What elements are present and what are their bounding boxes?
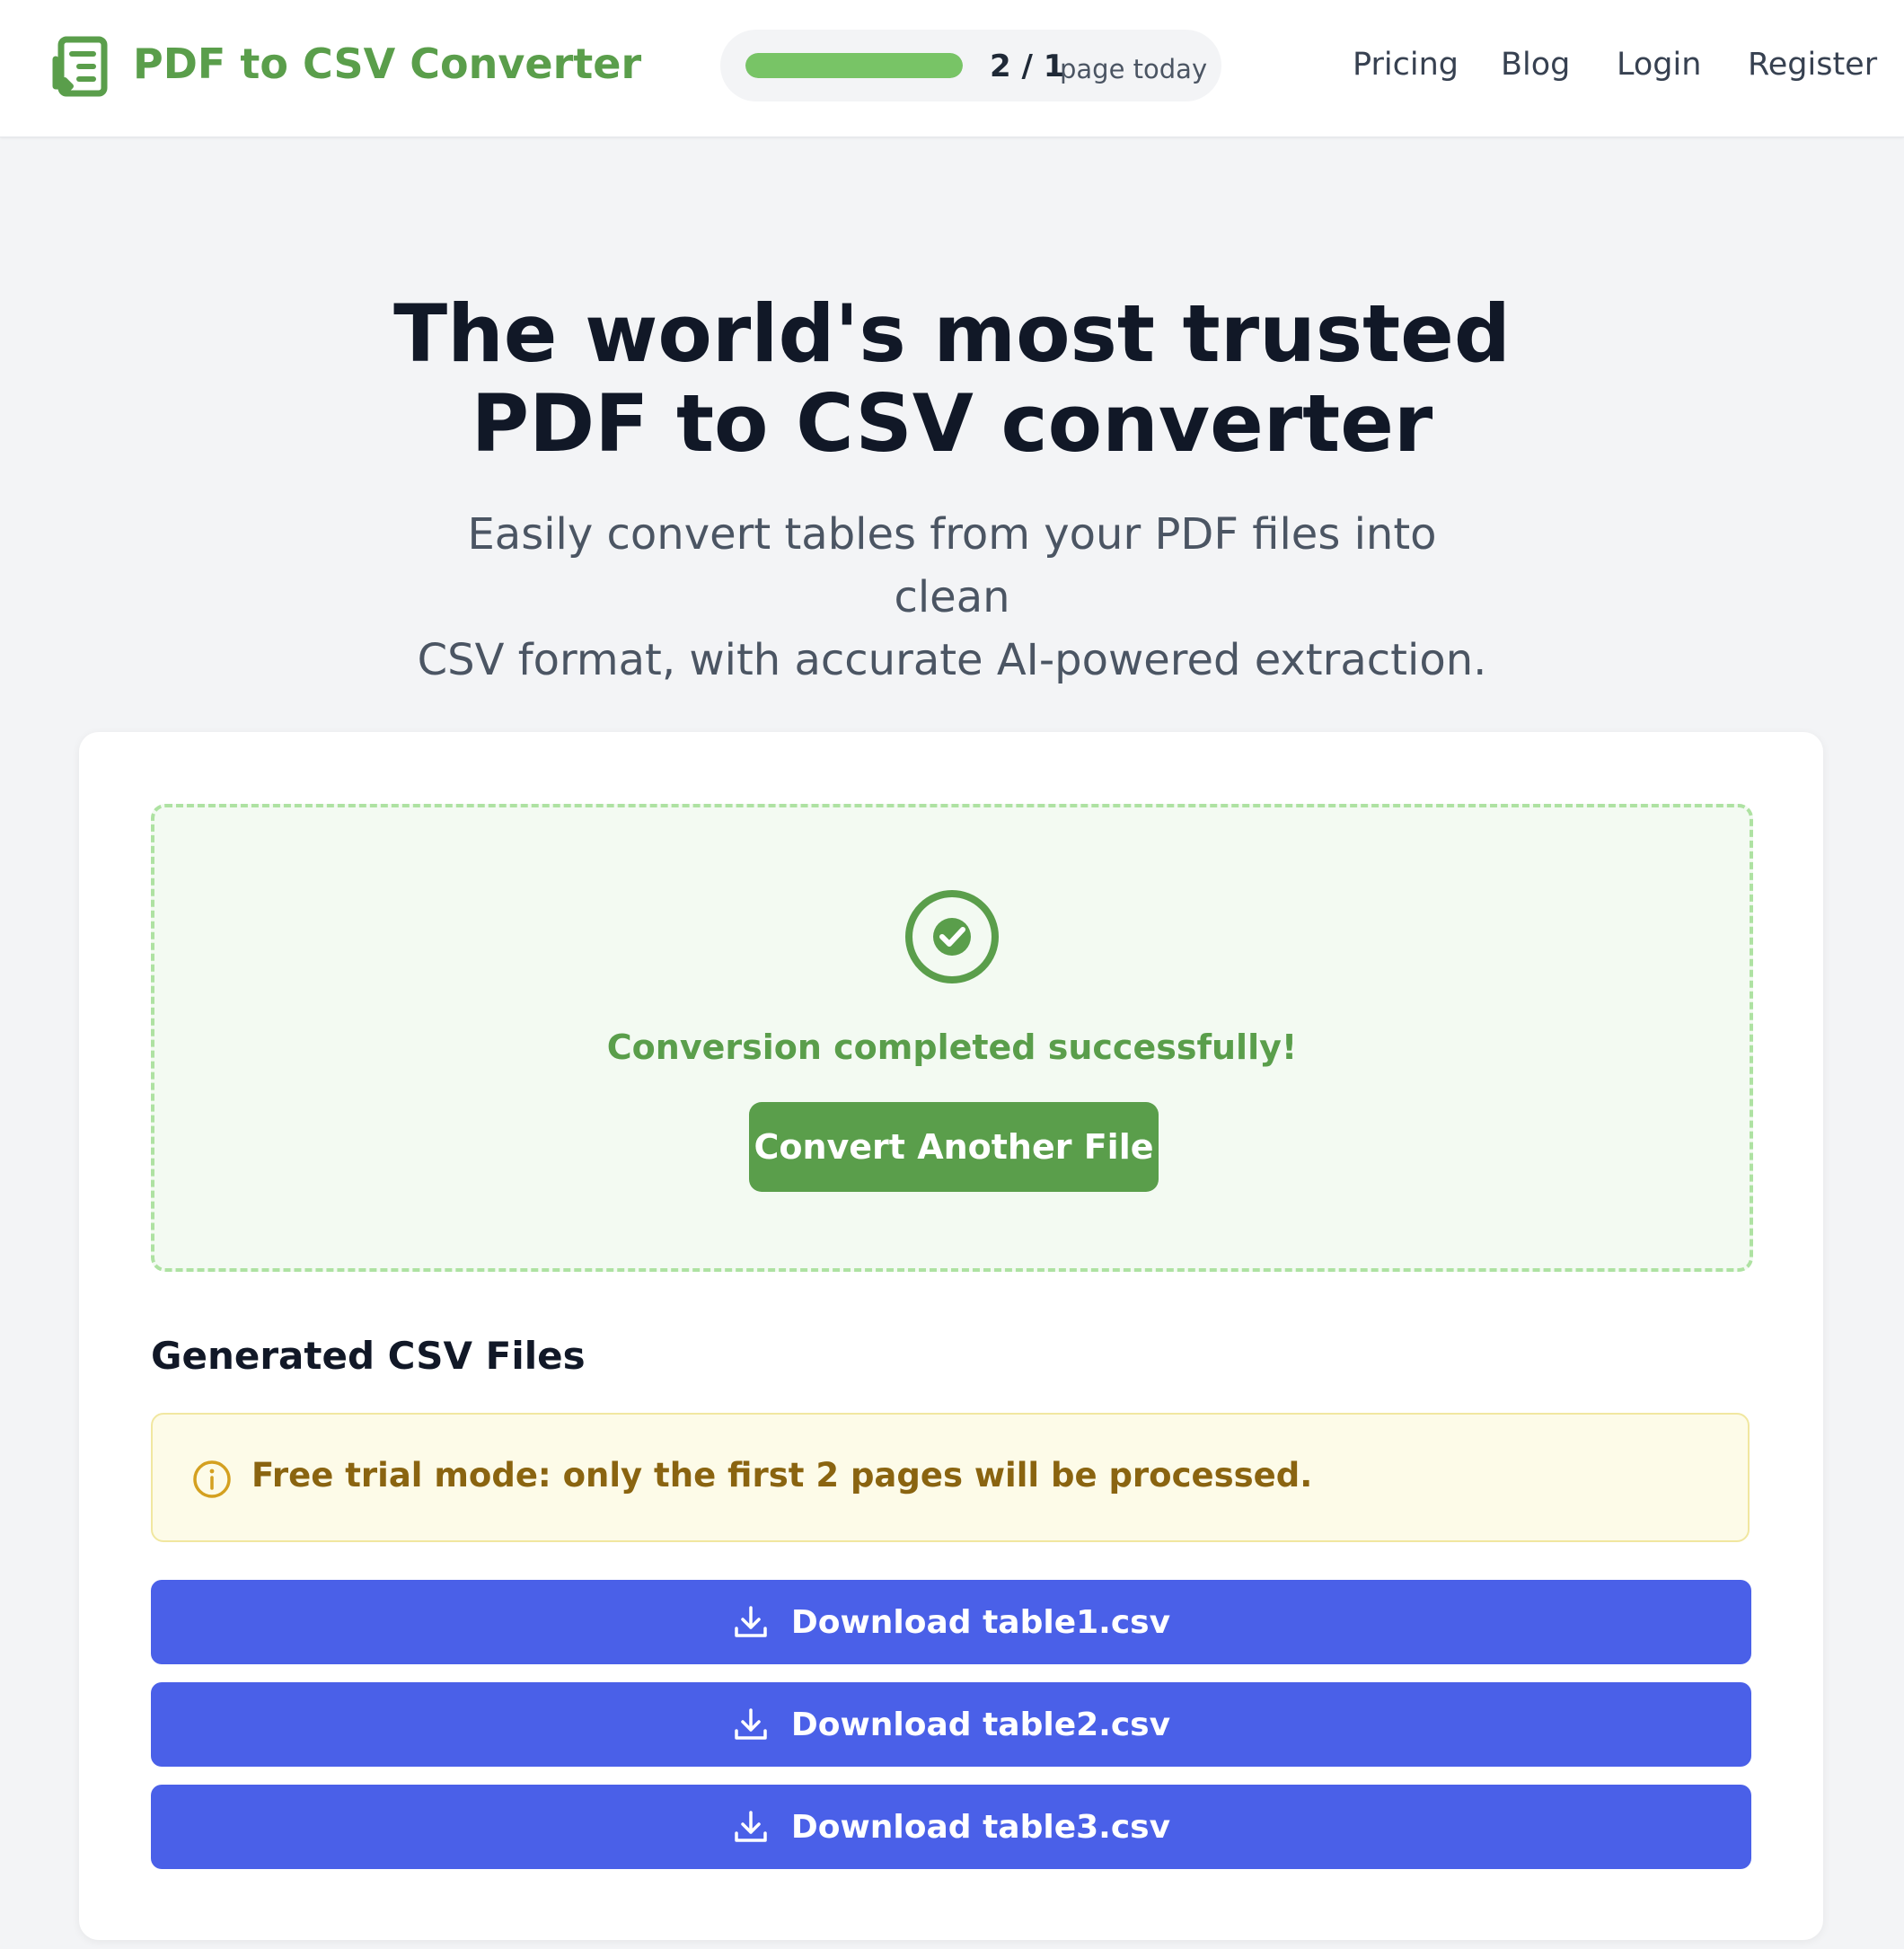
site-header: PDF to CSV Converter 2 / 1 page today Pr…: [0, 0, 1904, 137]
download-icon: [735, 1708, 767, 1740]
download-table1-button[interactable]: Download table1.csv: [151, 1580, 1751, 1664]
hero-subtitle-line-1: Easily convert tables from your PDF file…: [467, 509, 1437, 622]
download-table2-button[interactable]: Download table2.csv: [151, 1682, 1751, 1767]
generated-files-title: Generated CSV Files: [151, 1334, 586, 1378]
hero-title-line-1: The world's most trusted: [393, 287, 1511, 380]
free-trial-notice: Free trial mode: only the first 2 pages …: [151, 1413, 1750, 1542]
info-icon: [193, 1460, 231, 1498]
quota-progress-fill: [745, 53, 963, 78]
download-icon: [735, 1811, 767, 1842]
nav-pricing-link[interactable]: Pricing: [1353, 47, 1459, 83]
hero-subtitle-line-2: CSV format, with accurate AI-powered ext…: [417, 635, 1487, 685]
hero-title: The world's most trusted PDF to CSV conv…: [0, 289, 1904, 469]
download-table3-button[interactable]: Download table3.csv: [151, 1785, 1751, 1869]
download-button-label: Download table3.csv: [790, 1808, 1171, 1846]
nav-blog-link[interactable]: Blog: [1501, 47, 1570, 83]
download-button-label: Download table2.csv: [790, 1706, 1171, 1743]
success-message: Conversion completed successfully!: [606, 1027, 1298, 1067]
conversion-result-panel: Conversion completed successfully! Conve…: [151, 804, 1753, 1272]
quota-progress-track: [745, 53, 963, 78]
download-button-label: Download table1.csv: [790, 1603, 1171, 1641]
hero-title-line-2: PDF to CSV converter: [471, 377, 1433, 470]
free-trial-notice-text: Free trial mode: only the first 2 pages …: [251, 1456, 1313, 1495]
check-circle-icon: [905, 890, 999, 983]
brand-name[interactable]: PDF to CSV Converter: [133, 40, 641, 88]
convert-another-file-button[interactable]: Convert Another File: [749, 1102, 1159, 1192]
download-icon: [735, 1606, 767, 1637]
converter-card: Conversion completed successfully! Conve…: [79, 732, 1823, 1940]
quota-count: 2 / 1: [990, 49, 1065, 84]
quota-unit: page today: [1060, 54, 1208, 84]
hero-subtitle: Easily convert tables from your PDF file…: [413, 503, 1491, 692]
nav-register-link[interactable]: Register: [1748, 47, 1877, 83]
daily-quota-indicator: 2 / 1 page today: [720, 30, 1221, 101]
nav-login-link[interactable]: Login: [1617, 47, 1701, 83]
document-convert-icon[interactable]: [47, 34, 111, 99]
